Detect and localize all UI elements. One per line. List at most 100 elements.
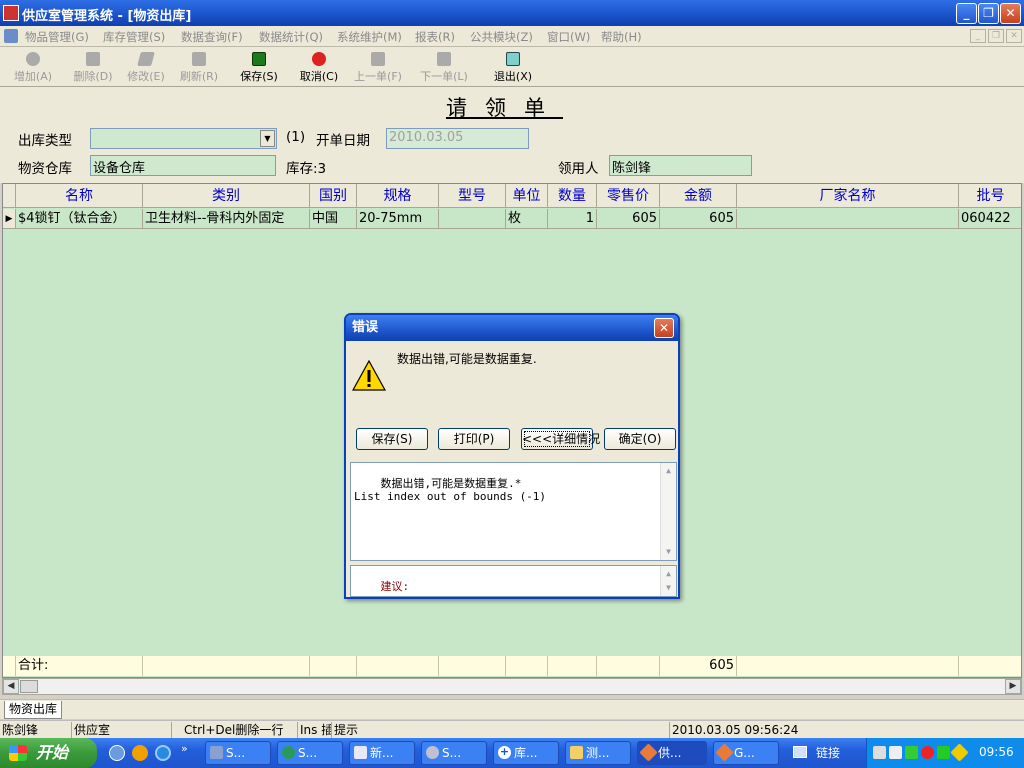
windows-logo-icon: [9, 745, 27, 761]
mdi-minimize-button[interactable]: _: [970, 29, 986, 43]
table-cell-unit[interactable]: 枚: [506, 209, 548, 229]
column-header[interactable]: 类别: [143, 184, 310, 208]
table-cell-country[interactable]: 中国: [310, 209, 357, 229]
column-header[interactable]: 厂家名称: [737, 184, 959, 208]
refresh-icon: [192, 52, 206, 66]
out-type-select[interactable]: [90, 128, 277, 149]
stop-icon[interactable]: [921, 746, 934, 759]
taskbar-item-active[interactable]: 供...: [637, 741, 707, 765]
warehouse-label: 物资仓库: [18, 161, 72, 177]
warning-icon[interactable]: [950, 743, 969, 762]
refresh-button[interactable]: 刷新(R): [172, 50, 226, 84]
table-cell-model[interactable]: [439, 209, 506, 229]
column-header[interactable]: 数量: [548, 184, 597, 208]
table-cell-maker[interactable]: [737, 209, 959, 229]
stock-label: 库存:3: [286, 161, 327, 177]
menu-item-maintenance[interactable]: 系统维护(M): [337, 29, 402, 45]
table-cell-qty[interactable]: 1: [548, 209, 597, 229]
internet-explorer-icon[interactable]: [155, 745, 171, 761]
dialog-close-button[interactable]: ✕: [654, 318, 674, 338]
table-cell-category[interactable]: 卫生材料--骨科内外固定: [143, 209, 310, 229]
previous-record-button[interactable]: 上一单(F): [351, 50, 405, 84]
taskbar-item[interactable]: G...: [713, 741, 779, 765]
close-button[interactable]: ✕: [1000, 3, 1021, 24]
scroll-left-icon[interactable]: ◀: [3, 679, 19, 694]
details-scrollbar[interactable]: ▲ ▼: [660, 463, 676, 560]
printer-icon[interactable]: [873, 746, 886, 759]
mdi-restore-button[interactable]: ❐: [988, 29, 1004, 43]
table-cell-amount[interactable]: 605: [660, 209, 737, 229]
advice-memo[interactable]: 建议: ▲ ▼: [350, 565, 677, 597]
save-button[interactable]: 保存(S): [232, 50, 286, 84]
date-field[interactable]: 2010.03.05: [386, 128, 529, 149]
scroll-up-icon[interactable]: ▲: [662, 465, 675, 477]
column-header[interactable]: 名称: [16, 184, 143, 208]
exit-button[interactable]: 退出(X): [486, 50, 540, 84]
menu-item-query[interactable]: 数据查询(F): [181, 29, 243, 45]
cancel-button[interactable]: 取消(C): [292, 50, 346, 84]
start-button[interactable]: 开始: [0, 738, 97, 768]
column-header[interactable]: 零售价: [597, 184, 660, 208]
column-header[interactable]: 批号: [959, 184, 1021, 208]
scroll-right-icon[interactable]: ▶: [1005, 679, 1021, 694]
edit-button[interactable]: 修改(E): [119, 50, 173, 84]
add-button[interactable]: 增加(A): [6, 50, 60, 84]
tray-app-icon[interactable]: [905, 746, 918, 759]
edit-icon: [137, 52, 155, 66]
scroll-down-icon[interactable]: ▼: [662, 582, 675, 594]
dialog-details-button[interactable]: <<<详细情况: [521, 428, 600, 450]
column-header[interactable]: 金额: [660, 184, 737, 208]
dialog-print-button[interactable]: 打印(P): [438, 428, 510, 450]
menu-item-common[interactable]: 公共模块(Z): [470, 29, 533, 45]
menu-item-statistics[interactable]: 数据统计(Q): [259, 29, 323, 45]
menu-item-window[interactable]: 窗口(W): [547, 29, 590, 45]
table-cell-spec[interactable]: 20-75mm: [357, 209, 439, 229]
mdi-close-button[interactable]: ✕: [1006, 29, 1022, 43]
menu-item-goods[interactable]: 物品管理(G): [25, 29, 89, 45]
security-icon[interactable]: [937, 746, 950, 759]
taskbar-item[interactable]: S...: [421, 741, 487, 765]
error-details-memo[interactable]: 数据出错,可能是数据重复.* List index out of bounds …: [350, 462, 677, 561]
links-toolbar[interactable]: 链接: [816, 744, 840, 761]
dialog-title: 错误: [352, 320, 379, 335]
table-cell-name[interactable]: $4锁钉（钛合金）: [16, 209, 143, 229]
date-label: 开单日期: [316, 133, 370, 149]
dialog-ok-button[interactable]: 确定(O): [604, 428, 676, 450]
advice-scrollbar[interactable]: ▲ ▼: [660, 566, 676, 596]
next-record-button[interactable]: 下一单(L): [417, 50, 471, 84]
table-cell-price[interactable]: 605: [597, 209, 660, 229]
minimize-button[interactable]: _: [956, 3, 977, 24]
horizontal-scrollbar[interactable]: ◀ ▶: [2, 678, 1022, 695]
column-header[interactable]: 国别: [310, 184, 357, 208]
column-header[interactable]: 规格: [357, 184, 439, 208]
dialog-save-button[interactable]: 保存(S): [356, 428, 428, 450]
taskbar-item[interactable]: 新...: [349, 741, 415, 765]
show-desktop-icon[interactable]: [109, 745, 125, 761]
menu-item-reports[interactable]: 报表(R): [415, 29, 455, 45]
clock[interactable]: 09:56: [979, 745, 1014, 759]
tab-material-out[interactable]: 物资出库: [4, 701, 63, 719]
scroll-down-icon[interactable]: ▼: [662, 546, 675, 558]
taskbar-item[interactable]: S...: [277, 741, 343, 765]
more-quicklaunch-icon[interactable]: »: [181, 742, 188, 755]
menu-item-help[interactable]: 帮助(H): [601, 29, 642, 45]
restore-button[interactable]: ❐: [978, 3, 999, 24]
taskbar-item[interactable]: + 库...: [493, 741, 559, 765]
scroll-up-icon[interactable]: ▲: [662, 568, 675, 580]
menu-item-inventory[interactable]: 库存管理(S): [103, 29, 165, 45]
taskbar-item[interactable]: S...: [205, 741, 271, 765]
status-dept: 供应室: [72, 722, 172, 738]
status-bar: 陈剑锋 供应室 Ctrl+Del删除一行 Ins 插 提示 2010.03.05…: [0, 720, 1024, 738]
network-icon[interactable]: [889, 746, 902, 759]
chevron-down-icon[interactable]: ▼: [260, 130, 275, 147]
status-user: 陈剑锋: [0, 722, 72, 738]
delete-button[interactable]: 删除(D): [66, 50, 120, 84]
quicklaunch-app-icon[interactable]: [132, 745, 148, 761]
taskbar-item[interactable]: 测...: [565, 741, 631, 765]
column-header[interactable]: 型号: [439, 184, 506, 208]
scrollbar-thumb[interactable]: [20, 680, 38, 693]
table-cell-batch[interactable]: 060422: [959, 209, 1021, 229]
receiver-field[interactable]: 陈剑锋: [609, 155, 752, 176]
warehouse-field[interactable]: 设备仓库: [90, 155, 276, 176]
column-header[interactable]: 单位: [506, 184, 548, 208]
